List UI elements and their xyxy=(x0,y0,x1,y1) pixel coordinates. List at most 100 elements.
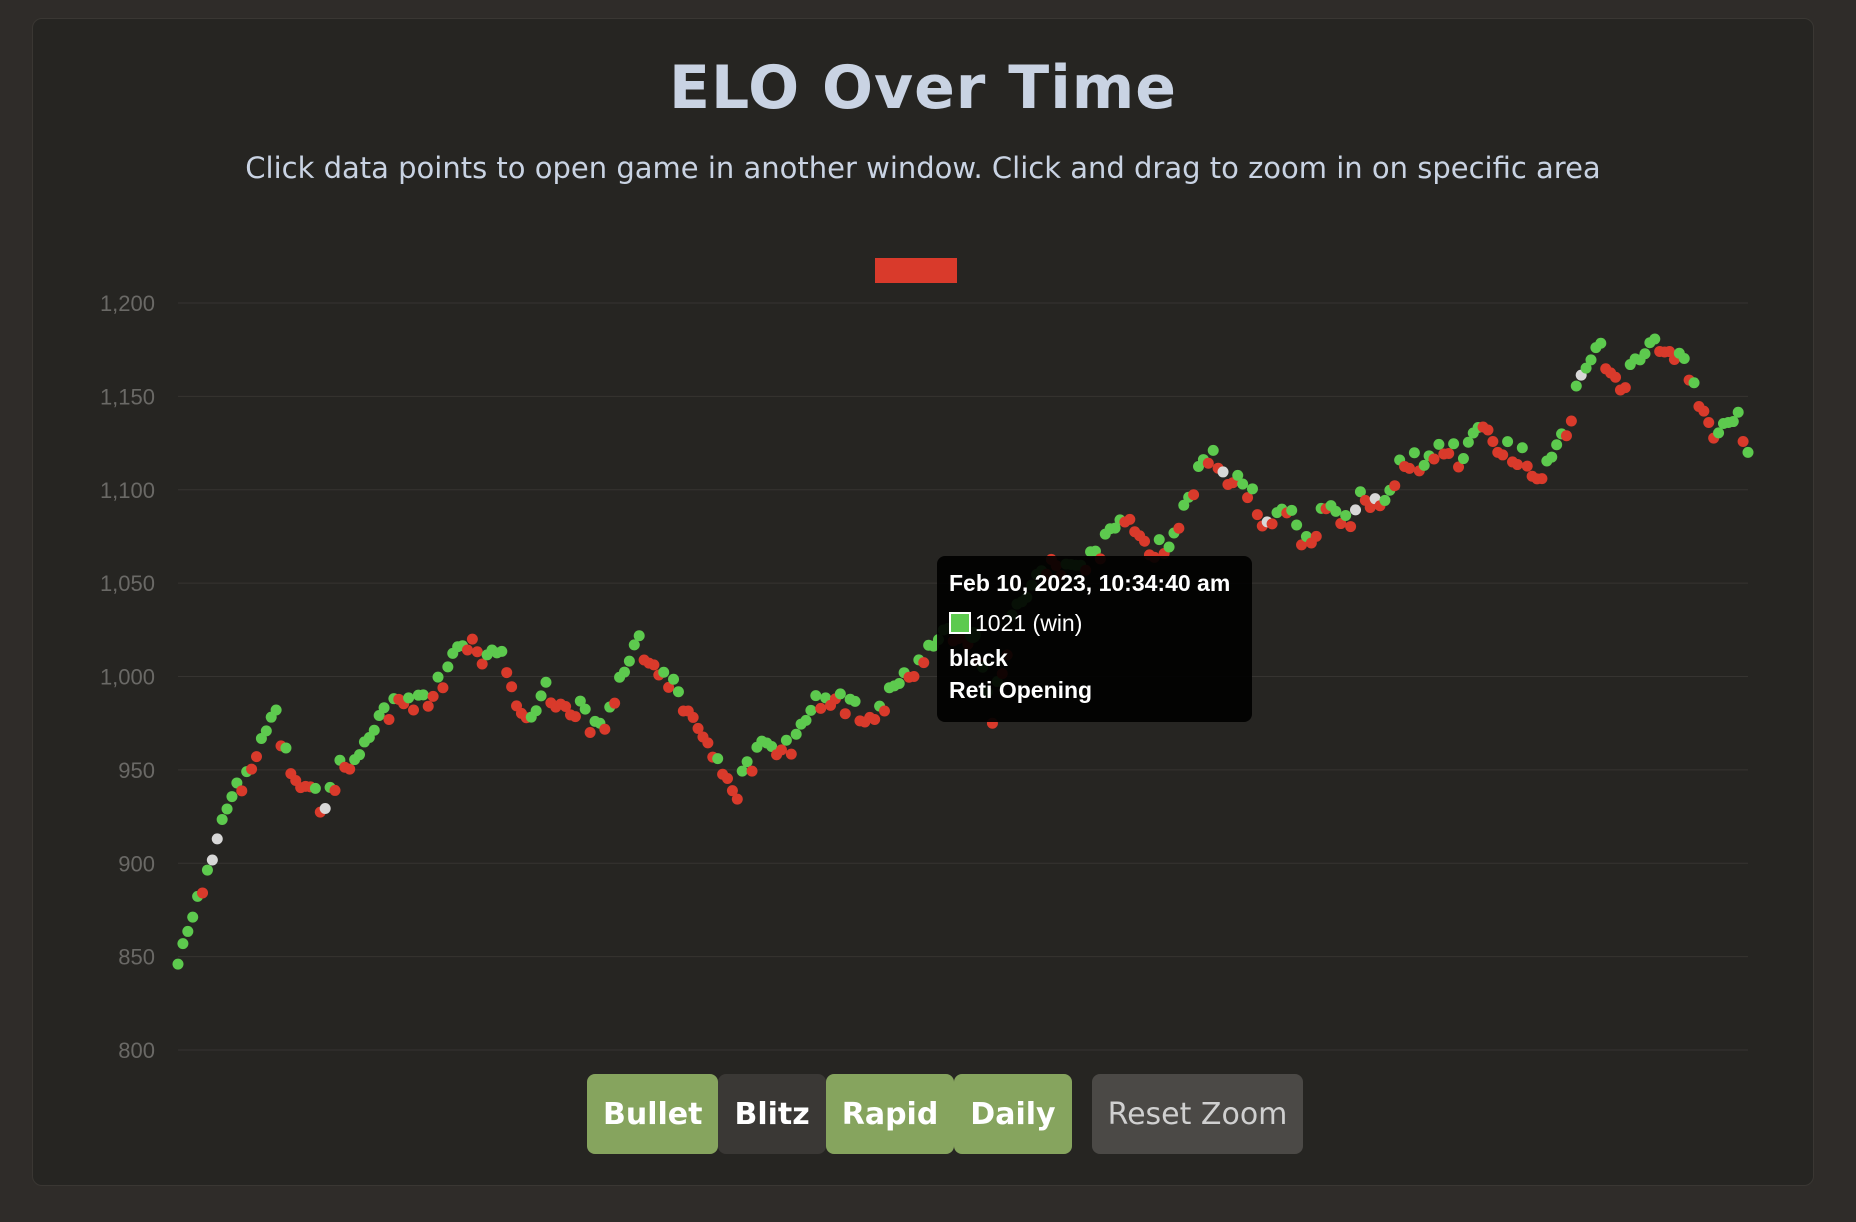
data-point-loss xyxy=(1619,382,1631,394)
data-point-loss xyxy=(236,785,248,797)
data-point-win xyxy=(834,688,846,700)
time-control-toolbar: Bullet Blitz Rapid Daily Reset Zoom xyxy=(587,1074,1304,1154)
tooltip-rating: 1021 (win) xyxy=(975,610,1083,636)
data-point-win xyxy=(221,803,233,815)
data-point-loss xyxy=(1443,447,1455,459)
data-point-win xyxy=(672,686,684,698)
data-point-win xyxy=(1246,483,1258,495)
data-point-win xyxy=(658,666,670,678)
data-point-loss xyxy=(1188,489,1200,501)
y-tick-label: 850 xyxy=(118,945,155,970)
data-point-win xyxy=(535,690,547,702)
data-point-win xyxy=(172,958,184,970)
data-point-loss xyxy=(1497,449,1509,461)
data-point-win xyxy=(1330,505,1342,517)
data-point-win xyxy=(417,689,429,701)
data-point-loss xyxy=(197,887,209,899)
data-point-draw xyxy=(1217,466,1229,478)
data-point-win xyxy=(1291,519,1303,531)
data-point-win xyxy=(1207,444,1219,456)
data-point-loss xyxy=(731,793,743,805)
data-point-win xyxy=(1163,541,1175,553)
y-tick-label: 800 xyxy=(118,1038,155,1063)
data-point-loss xyxy=(687,711,699,723)
data-point-loss xyxy=(1703,417,1715,429)
data-point-loss xyxy=(501,667,513,679)
data-point-loss xyxy=(815,702,827,714)
data-point-win xyxy=(187,911,199,923)
rapid-toggle-button[interactable]: Rapid xyxy=(825,1074,955,1154)
data-point-tooltip: Feb 10, 2023, 10:34:40 am 1021 (win) bla… xyxy=(937,556,1252,722)
data-point-loss xyxy=(869,714,881,726)
data-point-win xyxy=(1688,377,1700,389)
data-point-loss xyxy=(746,765,758,777)
data-point-loss xyxy=(1511,459,1523,471)
data-point-loss xyxy=(408,704,419,716)
data-point-loss xyxy=(251,751,262,763)
data-point-win xyxy=(668,673,680,685)
data-point-win xyxy=(201,864,213,876)
data-point-loss xyxy=(648,659,660,671)
data-point-loss xyxy=(1173,522,1185,534)
data-point-win xyxy=(712,753,724,765)
data-point-win xyxy=(1340,509,1352,521)
data-point-win xyxy=(354,749,366,761)
data-point-loss xyxy=(1698,405,1710,417)
data-point-loss xyxy=(1610,371,1622,383)
bullet-toggle-button[interactable]: Bullet xyxy=(587,1074,719,1154)
data-point-loss xyxy=(437,682,449,694)
data-point-win xyxy=(540,676,552,688)
reset-zoom-button[interactable]: Reset Zoom xyxy=(1091,1074,1304,1154)
data-point-loss xyxy=(908,671,920,683)
data-point-draw xyxy=(319,802,331,814)
data-point-win xyxy=(1457,453,1469,465)
data-point-win xyxy=(1237,478,1249,490)
elo-chart[interactable]: 800 850 900 950 1,000 1,050 1,100 1,150 1,200 xyxy=(0,0,1856,1222)
data-point-win xyxy=(1742,446,1754,458)
data-point-loss xyxy=(383,713,395,725)
data-point-draw xyxy=(206,854,218,866)
data-point-win xyxy=(496,645,508,657)
legend-swatch xyxy=(875,258,957,283)
data-point-win xyxy=(1448,438,1460,450)
data-point-loss xyxy=(879,705,890,717)
y-tick-label: 900 xyxy=(118,851,155,876)
data-point-win xyxy=(1595,337,1607,349)
data-point-win xyxy=(1153,534,1165,546)
data-point-win xyxy=(1727,416,1739,428)
data-point-win xyxy=(260,725,272,737)
data-point-win xyxy=(270,704,282,716)
data-point-win xyxy=(309,782,321,794)
data-point-win xyxy=(226,791,238,803)
blitz-toggle-button[interactable]: Blitz xyxy=(718,1074,826,1154)
data-point-win xyxy=(736,765,748,777)
data-point-loss xyxy=(344,763,356,775)
data-point-loss xyxy=(246,763,258,775)
data-point-loss xyxy=(506,681,518,693)
data-point-loss xyxy=(584,726,596,738)
data-point-loss xyxy=(702,737,714,749)
daily-toggle-button[interactable]: Daily xyxy=(954,1074,1072,1154)
data-point-loss xyxy=(1266,518,1278,530)
data-point-win xyxy=(1433,438,1445,450)
data-point-draw xyxy=(1350,504,1361,516)
data-point-win xyxy=(1732,406,1744,418)
data-point-loss xyxy=(1345,521,1357,533)
y-tick-label: 1,150 xyxy=(100,384,155,409)
data-point-loss xyxy=(1403,462,1415,474)
data-point-win xyxy=(790,728,802,740)
data-point-loss xyxy=(471,646,483,658)
data-point-loss xyxy=(722,772,733,784)
data-point-loss xyxy=(1482,424,1494,436)
data-point-loss xyxy=(569,711,581,723)
data-point-loss xyxy=(599,723,611,735)
data-point-win xyxy=(1678,353,1690,365)
y-tick-label: 1,200 xyxy=(100,291,155,316)
data-point-win xyxy=(1639,348,1651,360)
data-point-loss xyxy=(775,744,787,756)
data-point-win xyxy=(780,734,792,746)
tooltip-date: Feb 10, 2023, 10:34:40 am xyxy=(949,570,1231,596)
data-point-win xyxy=(623,655,635,667)
data-point-loss xyxy=(1139,535,1151,547)
data-point-win xyxy=(432,671,444,683)
